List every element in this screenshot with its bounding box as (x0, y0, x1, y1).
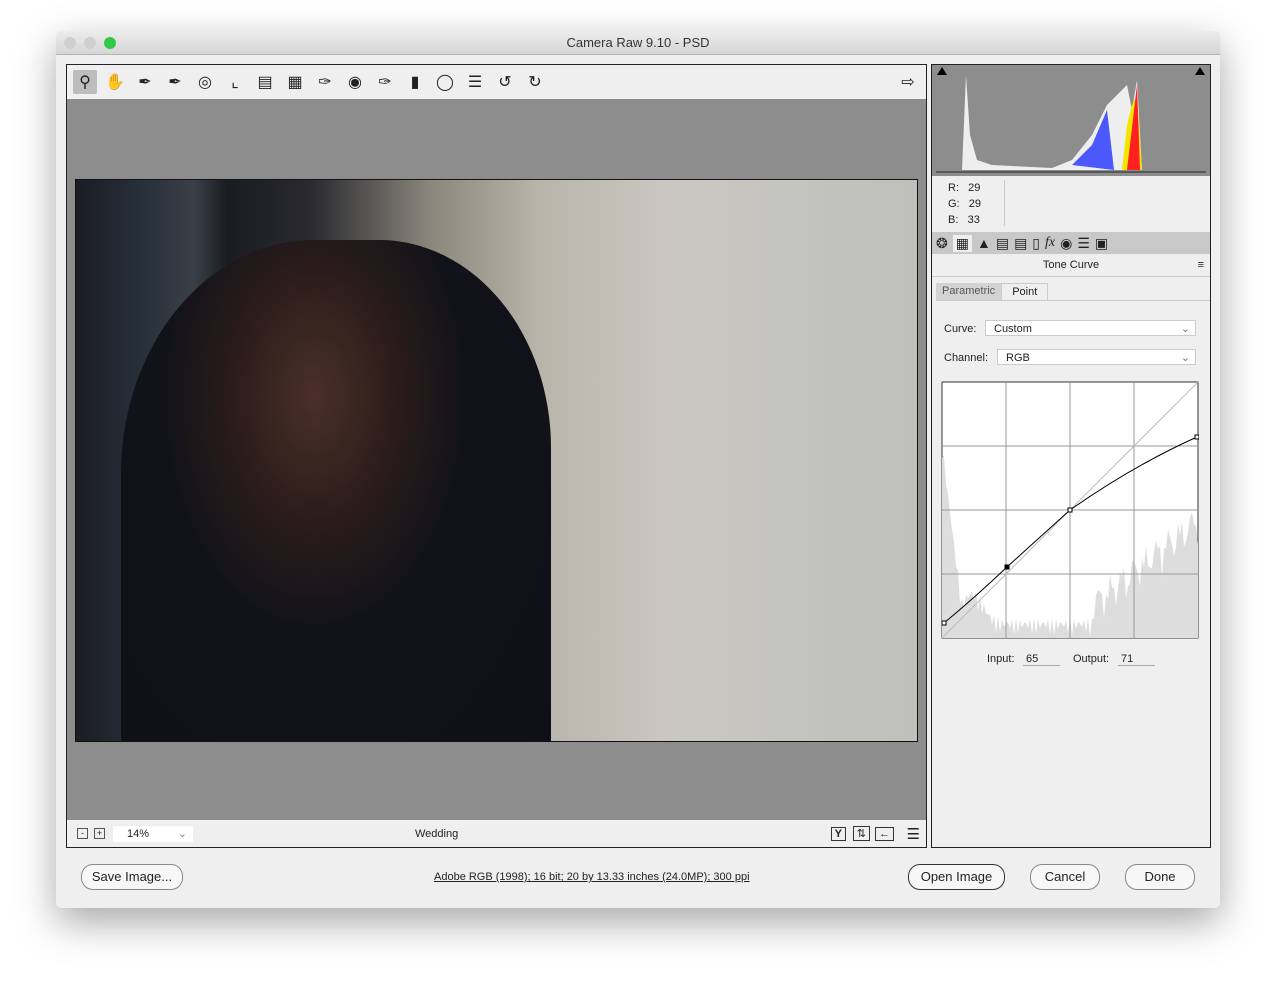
zoom-icon[interactable]: ⚲ (73, 70, 97, 94)
input-field[interactable]: 65 (1023, 653, 1060, 666)
radial-filter-icon[interactable]: ◯ (433, 70, 457, 94)
highlight-clipping-icon[interactable] (1195, 67, 1205, 75)
white-balance-icon[interactable]: ✒ (133, 70, 157, 94)
lens-tab-icon[interactable]: ▯ (1032, 235, 1040, 252)
presets-tab-icon[interactable]: ☰ (1077, 235, 1090, 252)
tone-curve-graph[interactable] (941, 381, 1199, 639)
split-toning-tab-icon[interactable]: ▤ (1014, 235, 1027, 252)
filename: Wedding (415, 827, 459, 840)
settings-toggle-icon[interactable]: ☰ (907, 825, 920, 843)
histogram (932, 65, 1210, 176)
effects-tab-icon[interactable]: fx (1045, 235, 1055, 251)
snapshots-tab-icon[interactable]: ▣ (1095, 235, 1108, 252)
tab-point[interactable]: Point (1001, 283, 1049, 300)
tab-parametric[interactable]: Parametric (936, 283, 1002, 300)
b-value: 33 (967, 214, 980, 226)
rotate-ccw-icon[interactable]: ↺ (493, 70, 517, 94)
before-after-icon[interactable]: Y (830, 826, 846, 841)
spot-removal-icon[interactable]: ✑ (313, 70, 337, 94)
rgb-readout: R: 29 G: 29 B: 33 (932, 176, 1210, 232)
red-eye-icon[interactable]: ◉ (343, 70, 367, 94)
curve-label: Curve: (944, 323, 977, 335)
curve-point[interactable] (1067, 507, 1073, 513)
curve-point[interactable] (1004, 564, 1010, 570)
targeted-adjustment-icon[interactable]: ◎ (193, 70, 217, 94)
zoom-out-icon[interactable]: - (77, 828, 88, 839)
detail-tab-icon[interactable]: ▲ (977, 235, 991, 251)
zoom-in-icon[interactable]: + (94, 828, 105, 839)
hsl-tab-icon[interactable]: ▤ (996, 235, 1009, 252)
fullscreen-icon[interactable]: ⇨ (896, 70, 920, 94)
adjustment-panel: R: 29 G: 29 B: 33 ❂ ▦ ▲ ▤ ▤ ▯ fx ◉ ☰ ▣ T… (931, 64, 1211, 848)
curve-point[interactable] (941, 620, 947, 626)
save-image-button[interactable]: Save Image... (81, 864, 183, 890)
straighten-icon[interactable]: ▤ (253, 70, 277, 94)
window-title: Camera Raw 9.10 - PSD (566, 35, 710, 50)
preferences-icon[interactable]: ☰ (463, 70, 487, 94)
histogram-graph (962, 75, 1142, 170)
transform-icon[interactable]: ▦ (283, 70, 307, 94)
preview-area: ⚲ ✋ ✒ ✒ ◎ ⌞ ▤ ▦ ✑ ◉ ✑ ▮ ◯ ☰ ↺ ↻ ⇨ - + 14… (66, 64, 927, 848)
channel-select[interactable]: RGB ⌄ (997, 349, 1196, 365)
r-label: R: (948, 182, 959, 194)
output-label: Output: (1073, 653, 1110, 665)
camera-calibration-tab-icon[interactable]: ◉ (1060, 235, 1072, 252)
photo-subject (121, 240, 551, 741)
panel-menu-icon[interactable]: ≡ (1198, 254, 1204, 276)
channel-value: RGB (1006, 352, 1030, 364)
done-button[interactable]: Done (1125, 864, 1195, 890)
minimize-button[interactable] (84, 37, 96, 49)
chevron-down-icon: ⌄ (1180, 352, 1190, 364)
g-value: 29 (968, 198, 982, 210)
zoom-level-select[interactable]: 14% ⌄ (113, 825, 193, 842)
photo-preview (75, 179, 918, 742)
crop-icon[interactable]: ⌞ (223, 70, 247, 94)
workflow-options-link[interactable]: Adobe RGB (1998); 16 bit; 20 by 13.33 in… (434, 871, 750, 883)
toolbar: ⚲ ✋ ✒ ✒ ◎ ⌞ ▤ ▦ ✑ ◉ ✑ ▮ ◯ ☰ ↺ ↻ ⇨ (67, 65, 926, 99)
chevron-down-icon: ⌄ (177, 827, 187, 840)
graduated-filter-icon[interactable]: ▮ (403, 70, 427, 94)
channel-label: Channel: (944, 352, 989, 364)
chevron-down-icon: ⌄ (1180, 323, 1190, 335)
status-bar: - + 14% ⌄ Wedding Y ⇅ ← ☰ (67, 820, 926, 847)
g-label: G: (948, 198, 960, 210)
title-bar: Camera Raw 9.10 - PSD (56, 31, 1220, 55)
zoom-value: 14% (127, 827, 150, 840)
panel-tabs: ❂ ▦ ▲ ▤ ▤ ▯ fx ◉ ☰ ▣ (932, 232, 1210, 254)
color-sampler-icon[interactable]: ✒ (163, 70, 187, 94)
curve-point[interactable] (1194, 434, 1199, 440)
open-image-button[interactable]: Open Image (908, 864, 1005, 890)
curve-value: Custom (994, 323, 1032, 335)
shadow-clipping-icon[interactable] (937, 67, 947, 75)
adjustment-brush-icon[interactable]: ✑ (373, 70, 397, 94)
input-label: Input: (987, 653, 1015, 665)
panel-title: Tone Curve (1042, 259, 1100, 271)
copy-settings-icon[interactable]: ← (875, 826, 894, 841)
close-button[interactable] (64, 37, 76, 49)
tone-curve-tab-icon[interactable]: ▦ (952, 234, 972, 252)
output-field[interactable]: 71 (1118, 653, 1155, 666)
swap-icon[interactable]: ⇅ (852, 826, 870, 841)
basic-tab-icon[interactable]: ❂ (936, 235, 948, 252)
zoom-window-button[interactable] (104, 37, 116, 49)
b-label: B: (948, 214, 959, 226)
camera-raw-window: Camera Raw 9.10 - PSD ⚲ ✋ ✒ ✒ ◎ ⌞ ▤ ▦ ✑ … (56, 31, 1220, 908)
r-value: 29 (968, 182, 981, 194)
curve-select[interactable]: Custom ⌄ (985, 320, 1196, 336)
hand-icon[interactable]: ✋ (103, 70, 127, 94)
rotate-cw-icon[interactable]: ↻ (523, 70, 547, 94)
cancel-button[interactable]: Cancel (1030, 864, 1100, 890)
